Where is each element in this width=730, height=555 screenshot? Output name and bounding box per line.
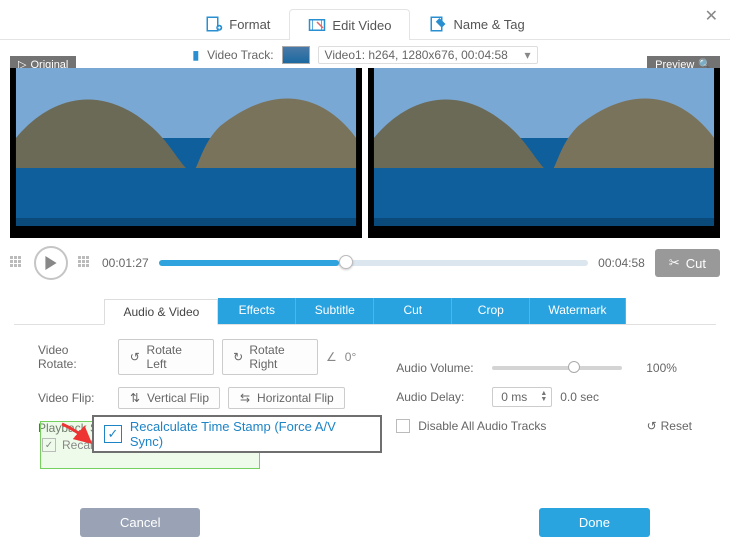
audio-volume-value: 100% bbox=[646, 361, 677, 375]
subtab-subtitle[interactable]: Subtitle bbox=[296, 298, 374, 324]
audio-delay-label: Audio Delay: bbox=[396, 390, 484, 404]
horizontal-flip-icon: ⇆ bbox=[239, 392, 251, 404]
flip-label: Video Flip: bbox=[38, 391, 110, 405]
audio-delay-value: 0 ms bbox=[501, 390, 527, 404]
callout-text: Recalculate Time Stamp (Force A/V Sync) bbox=[130, 419, 370, 449]
play-bar: 00:01:27 00:04:58 ✂ Cut bbox=[0, 238, 730, 290]
volume-knob[interactable] bbox=[568, 361, 580, 373]
audio-volume-slider[interactable] bbox=[492, 366, 622, 370]
callout-overlay: ✓ Recalculate Time Stamp (Force A/V Sync… bbox=[92, 415, 382, 453]
horizontal-flip-button[interactable]: ⇆ Horizontal Flip bbox=[228, 387, 345, 409]
reset-icon: ↺ bbox=[647, 419, 657, 433]
reset-button[interactable]: ↺ Reset bbox=[647, 419, 692, 433]
scissors-icon: ✂ bbox=[669, 255, 680, 271]
rotate-right-button[interactable]: ↻ Rotate Right bbox=[222, 339, 318, 375]
original-preview bbox=[10, 68, 362, 238]
tab-format[interactable]: Format bbox=[186, 8, 289, 39]
subtab-bar: Audio & Video Effects Subtitle Cut Crop … bbox=[0, 290, 730, 325]
tab-edit-video-label: Edit Video bbox=[332, 18, 391, 33]
cut-button[interactable]: ✂ Cut bbox=[655, 249, 720, 277]
footer-bar: Cancel Done bbox=[0, 508, 730, 537]
format-icon bbox=[205, 15, 223, 33]
rotate-label: Video Rotate: bbox=[38, 343, 110, 371]
grid-right-icon[interactable] bbox=[78, 256, 92, 270]
chevron-down-icon: ▾ bbox=[525, 48, 531, 62]
preview-pane bbox=[0, 68, 730, 238]
rotate-left-button[interactable]: ↺ Rotate Left bbox=[118, 339, 214, 375]
rotate-right-text: Rotate Right bbox=[249, 343, 307, 371]
video-track-label: Video Track: bbox=[207, 48, 273, 62]
subtab-effects[interactable]: Effects bbox=[218, 298, 296, 324]
top-tab-bar: Format Edit Video Name & Tag ✕ bbox=[0, 0, 730, 40]
horizontal-flip-text: Horizontal Flip bbox=[257, 391, 334, 405]
seek-bar[interactable] bbox=[159, 260, 588, 266]
subtab-watermark[interactable]: Watermark bbox=[530, 298, 625, 324]
tab-edit-video[interactable]: Edit Video bbox=[289, 9, 410, 40]
angle-value: 0° bbox=[345, 350, 356, 364]
tab-name-tag-label: Name & Tag bbox=[453, 17, 524, 32]
vertical-flip-text: Vertical Flip bbox=[147, 391, 209, 405]
checkbox-icon: ✓ bbox=[42, 438, 56, 452]
audio-delay-input[interactable]: 0 ms ▲▼ bbox=[492, 387, 552, 407]
subtab-crop[interactable]: Crop bbox=[452, 298, 530, 324]
time-current: 00:01:27 bbox=[102, 256, 149, 270]
rotate-left-icon: ↺ bbox=[129, 351, 141, 363]
rotate-left-text: Rotate Left bbox=[147, 343, 203, 371]
seek-knob[interactable] bbox=[339, 255, 353, 269]
tab-name-tag[interactable]: Name & Tag bbox=[410, 8, 543, 39]
film-icon: ▮ bbox=[192, 48, 199, 62]
callout-checkbox[interactable]: ✓ bbox=[104, 425, 122, 443]
name-tag-icon bbox=[429, 15, 447, 33]
tab-format-label: Format bbox=[229, 17, 270, 32]
play-button[interactable] bbox=[34, 246, 68, 280]
edited-preview bbox=[368, 68, 720, 238]
disable-audio-label: Disable All Audio Tracks bbox=[418, 419, 546, 433]
grid-left-icon[interactable] bbox=[10, 256, 24, 270]
cancel-button[interactable]: Cancel bbox=[80, 508, 200, 537]
subtab-audio-video[interactable]: Audio & Video bbox=[104, 299, 218, 325]
video-track-dropdown[interactable]: Video1: h264, 1280x676, 00:04:58 ▾ bbox=[318, 46, 538, 64]
video-track-info: Video1: h264, 1280x676, 00:04:58 bbox=[325, 48, 508, 62]
disable-audio-checkbox[interactable] bbox=[396, 419, 410, 433]
audio-volume-label: Audio Volume: bbox=[396, 361, 484, 375]
video-track-row: ▮ Video Track: Video1: h264, 1280x676, 0… bbox=[0, 40, 730, 68]
options-right-col: Audio Volume: 100% Audio Delay: 0 ms ▲▼ … bbox=[396, 339, 692, 435]
angle-icon: ∠ bbox=[326, 350, 337, 364]
time-total: 00:04:58 bbox=[598, 256, 645, 270]
cut-button-label: Cut bbox=[686, 256, 706, 271]
rotate-right-icon: ↻ bbox=[233, 351, 243, 363]
vertical-flip-button[interactable]: ⇅ Vertical Flip bbox=[118, 387, 220, 409]
track-thumbnail bbox=[282, 46, 310, 64]
vertical-flip-icon: ⇅ bbox=[129, 392, 141, 404]
reset-text: Reset bbox=[661, 419, 692, 433]
done-button[interactable]: Done bbox=[539, 508, 650, 537]
close-icon[interactable]: ✕ bbox=[705, 6, 718, 26]
subtab-cut[interactable]: Cut bbox=[374, 298, 452, 324]
spinner-icon[interactable]: ▲▼ bbox=[540, 391, 547, 403]
edit-video-icon bbox=[308, 16, 326, 34]
audio-delay-seconds: 0.0 sec bbox=[560, 390, 599, 404]
